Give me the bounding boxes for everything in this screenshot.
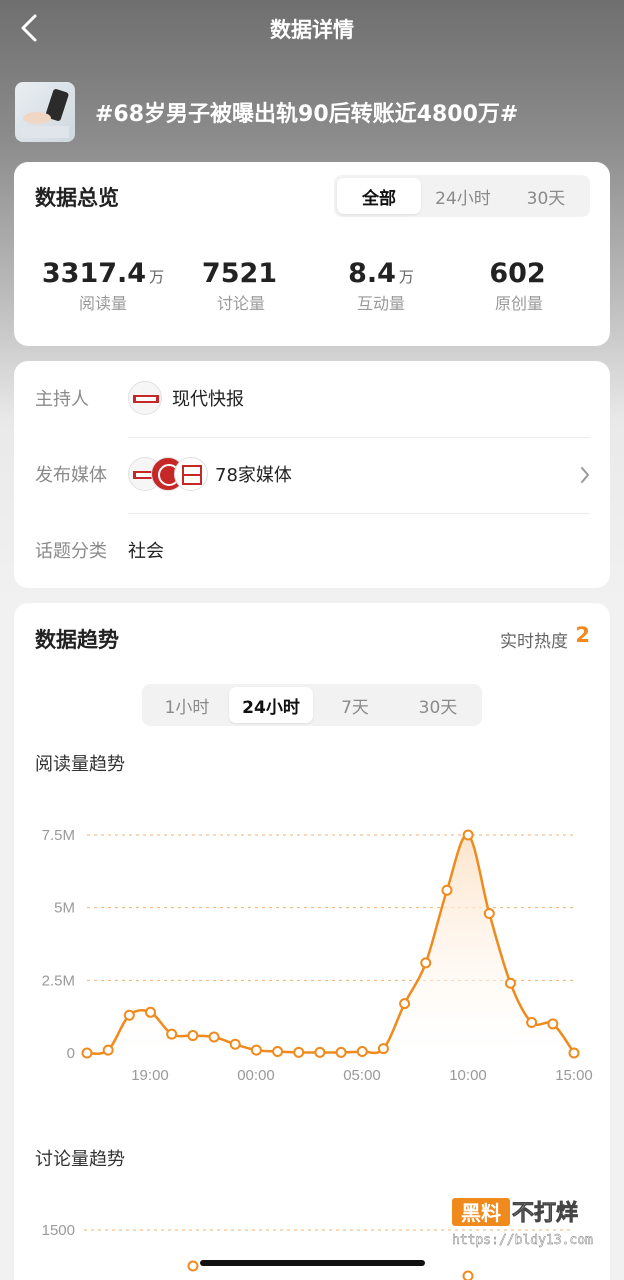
data-point: [81, 1047, 93, 1059]
host-label: 主持人: [35, 389, 89, 410]
topic-title: #68岁男子被曝出轨90后转账近4800万#: [95, 102, 519, 127]
data-point: [208, 1031, 220, 1043]
data-point: [187, 1030, 199, 1042]
watermark-logo: 黑料 不打烊 https://bldy13.com: [452, 1198, 593, 1248]
stat-discuss-value: 7521: [201, 258, 278, 289]
data-point: [504, 977, 516, 989]
svg-text:https://bldy13.com: https://bldy13.com: [452, 1233, 593, 1248]
stat-interact-unit: 万: [398, 268, 414, 286]
stat-original-label: 原创量: [494, 294, 543, 313]
read-trend-chart: 0 2.5M 5M 7.5M 19:00 00:00 05:00 10:00 15:00: [42, 827, 593, 1084]
trend-title: 数据趋势: [35, 628, 119, 652]
data-point: [441, 884, 453, 896]
discuss-trend-title: 讨论量趋势: [35, 1149, 125, 1170]
stat-read: 3317.4 万 阅读量: [28, 258, 178, 314]
tab-30d[interactable]: 30天: [397, 687, 479, 723]
x-tick-label: 05:00: [343, 1067, 381, 1084]
media-value: 78家媒体: [215, 465, 292, 486]
chevron-right-icon: [581, 467, 589, 483]
tab-24h[interactable]: 24小时: [229, 687, 313, 723]
tab-all[interactable]: 全部: [337, 178, 421, 214]
newspaper-logo-icon: [133, 395, 159, 403]
host-row[interactable]: 主持人 现代快报: [35, 361, 590, 437]
topic-header: #68岁男子被曝出轨90后转账近4800万#: [15, 82, 615, 142]
trend-range-tabs: 1小时 24小时 7天 30天: [142, 684, 482, 726]
data-point: [547, 1018, 559, 1030]
data-point: [250, 1044, 262, 1056]
data-point: [293, 1046, 305, 1058]
data-point: [462, 829, 474, 841]
tab-7d[interactable]: 7天: [313, 687, 397, 723]
stat-discuss-label: 讨论量: [216, 294, 265, 313]
y-tick-label: 5M: [54, 900, 75, 917]
data-point: [145, 1006, 157, 1018]
heat-value: 2: [575, 623, 590, 647]
topic-thumbnail[interactable]: [15, 82, 75, 142]
stat-original-value: 602: [489, 258, 546, 289]
stat-read-value: 3317.4: [41, 258, 147, 289]
data-point: [272, 1046, 284, 1058]
data-point: [102, 1044, 114, 1056]
host-value: 现代快报: [172, 389, 244, 410]
page-title: 数据详情: [270, 18, 354, 42]
media-avatar-3: [174, 457, 208, 491]
read-trend-title: 阅读量趋势: [35, 754, 125, 775]
category-row: 话题分类 社会: [35, 513, 590, 589]
info-card: 主持人 现代快报 发布媒体 78家媒体 话题分类 社会: [14, 361, 610, 588]
y-tick-label: 7.5M: [42, 827, 75, 844]
svg-text:黑料: 黑料: [461, 1201, 501, 1225]
x-tick-label: 10:00: [449, 1067, 487, 1084]
stat-discuss: 7521 讨论量: [166, 258, 316, 314]
watermark: 黑料 不打烊 https://bldy13.com: [450, 1196, 610, 1256]
tab-30d[interactable]: 30天: [505, 178, 587, 214]
media-logo-icon: [182, 465, 202, 485]
data-point: [483, 907, 495, 919]
media-label: 发布媒体: [35, 465, 107, 486]
data-point: [356, 1046, 368, 1058]
svg-text:不打烊: 不打烊: [512, 1200, 578, 1226]
stat-original: 602 原创量: [444, 258, 594, 314]
data-point: [568, 1047, 580, 1059]
x-tick-label: 19:00: [131, 1067, 169, 1084]
home-indicator: [200, 1260, 425, 1266]
overview-card: 数据总览 全部 24小时 30天 3317.4 万 阅读量 7521 讨论量 8.…: [14, 162, 610, 346]
data-point: [187, 1260, 199, 1272]
overview-range-tabs: 全部 24小时 30天: [334, 175, 590, 217]
nav-bar: 数据详情: [0, 0, 624, 56]
trend-card: 数据趋势 实时热度 2 1小时 24小时 7天 30天 阅读量趋势 0 2.5M 5…: [14, 603, 610, 1280]
overview-title: 数据总览: [35, 186, 119, 210]
data-point: [462, 1270, 474, 1280]
thumbnail-image: [21, 89, 69, 138]
stat-read-label: 阅读量: [78, 294, 127, 313]
category-value: 社会: [128, 541, 164, 562]
data-point: [399, 998, 411, 1010]
data-point: [123, 1009, 135, 1021]
host-avatar: [128, 381, 162, 415]
data-point: [229, 1038, 241, 1050]
category-label: 话题分类: [35, 541, 107, 562]
stat-read-unit: 万: [149, 268, 165, 286]
stat-interact-value: 8.4: [348, 258, 396, 289]
data-point: [526, 1016, 538, 1028]
heat-label: 实时热度: [500, 632, 568, 652]
data-point: [420, 957, 432, 969]
tab-1h[interactable]: 1小时: [145, 687, 229, 723]
stat-interact-label: 互动量: [356, 294, 405, 313]
x-tick-label: 00:00: [237, 1067, 275, 1084]
data-point: [314, 1046, 326, 1058]
y-tick-label: 0: [67, 1045, 75, 1062]
y-tick-label: 2.5M: [42, 972, 75, 989]
stat-interact: 8.4 万 互动量: [306, 258, 456, 314]
data-point: [166, 1028, 178, 1040]
media-row[interactable]: 发布媒体 78家媒体: [35, 437, 590, 513]
tab-24h[interactable]: 24小时: [421, 178, 505, 214]
discuss-y-tick-label: 1500: [42, 1222, 75, 1239]
x-tick-label: 15:00: [555, 1067, 593, 1084]
data-point: [377, 1043, 389, 1055]
data-point: [335, 1046, 347, 1058]
